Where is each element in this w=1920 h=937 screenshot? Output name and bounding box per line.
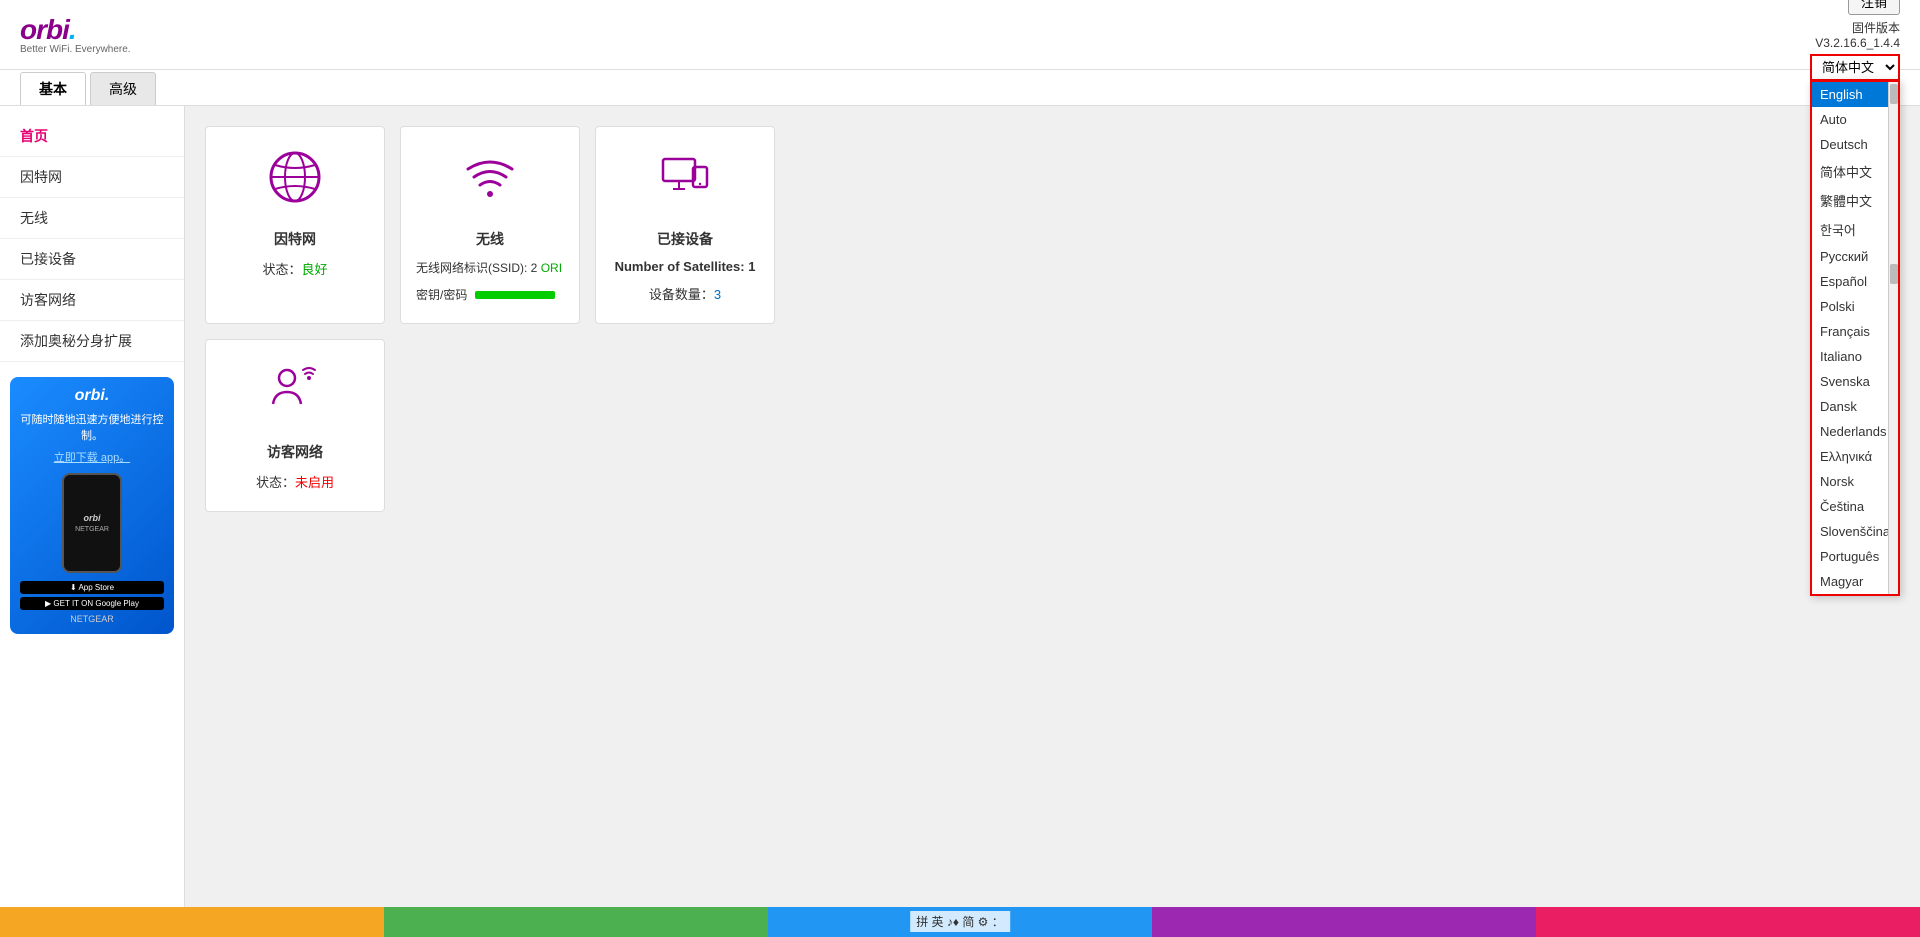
lang-option-norwegian[interactable]: Norsk (1812, 469, 1898, 494)
lang-option-swedish[interactable]: Svenska (1812, 369, 1898, 394)
devices-count: 设备数量：3 (649, 284, 721, 303)
logout-button[interactable]: 注销 (1848, 0, 1900, 15)
scrollbar-down-thumb (1890, 264, 1898, 284)
logo: orbi. (20, 14, 131, 46)
cards-grid: 因特网 状态：良好 无线 无线网络标识(SSID): 2 (205, 126, 805, 512)
lang-option-simplified-chinese[interactable]: 简体中文 (1812, 157, 1898, 186)
tab-basic[interactable]: 基本 (20, 72, 86, 105)
sidebar-item-guest[interactable]: 访客网络 (0, 280, 184, 321)
satellites-info: Number of Satellites: 1 (615, 259, 756, 274)
appstore-button[interactable]: ⬇ App Store (20, 581, 164, 594)
lang-option-deutsch[interactable]: Deutsch (1812, 132, 1898, 157)
wifi-icon (460, 147, 520, 219)
nav-tabs: 基本 高级 (0, 70, 1920, 106)
sidebar-ad: orbi. 可随时随地迅速方便地进行控制。 立即下载 app。 orbi NET… (10, 377, 174, 634)
lang-option-spanish[interactable]: Español (1812, 269, 1898, 294)
lang-option-czech[interactable]: Čeština (1812, 494, 1898, 519)
main-content: 因特网 状态：良好 无线 无线网络标识(SSID): 2 (185, 106, 1920, 907)
lang-option-hungarian[interactable]: Magyar (1812, 569, 1898, 594)
dropdown-scrollbar (1888, 82, 1898, 594)
lang-option-dutch[interactable]: Nederlands (1812, 419, 1898, 444)
lang-option-russian[interactable]: Русский (1812, 244, 1898, 269)
firmware-info: 固件版本 V3.2.16.6_1.4.4 (1815, 19, 1900, 50)
phone-mockup: orbi NETGEAR (62, 473, 122, 573)
lang-option-greek[interactable]: Ελληνικά (1812, 444, 1898, 469)
devices-count-value: 3 (714, 287, 721, 302)
sidebar-item-home[interactable]: 首页 (0, 116, 184, 157)
sidebar-item-internet[interactable]: 因特网 (0, 157, 184, 198)
internet-card-status: 状态：良好 (262, 259, 327, 278)
sidebar-ad-logo: orbi. (20, 387, 164, 405)
lang-option-auto[interactable]: Auto (1812, 107, 1898, 132)
card-connected-devices[interactable]: 已接设备 Number of Satellites: 1 设备数量：3 (595, 126, 775, 324)
sidebar-item-connected[interactable]: 已接设备 (0, 239, 184, 280)
firmware-label: 固件版本 (1852, 21, 1900, 35)
internet-card-title: 因特网 (274, 229, 316, 249)
ssid-value: ORI (541, 261, 562, 275)
main-layout: 首页 因特网 无线 已接设备 访客网络 添加奥秘分身扩展 orbi. 可随时随地… (0, 106, 1920, 907)
logo-area: orbi. Better WiFi. Everywhere. (20, 14, 131, 55)
password-bar (475, 291, 555, 299)
lang-option-english[interactable]: English (1812, 82, 1898, 107)
bottom-status-text: 拼 英 ♪♦ 简 ⚙ ： (910, 911, 1010, 932)
wireless-ssid: 无线网络标识(SSID): 2 ORI (416, 259, 564, 276)
logo-dot: . (69, 14, 76, 45)
language-select[interactable]: 简体中文 (1810, 54, 1900, 81)
firmware-version: V3.2.16.6_1.4.4 (1815, 36, 1900, 50)
sidebar-ad-text: 可随时随地迅速方便地进行控制。 (20, 411, 164, 443)
devices-card-title: 已接设备 (657, 229, 713, 249)
lang-option-traditional-chinese[interactable]: 繁體中文 (1812, 186, 1898, 215)
devices-icon (655, 147, 715, 219)
logo-tagline: Better WiFi. Everywhere. (20, 44, 131, 55)
lang-option-portuguese[interactable]: Português (1812, 544, 1898, 569)
language-dropdown-overlay: English Auto Deutsch 简体中文 繁體中文 한국어 Русск… (1810, 80, 1900, 596)
lang-option-french[interactable]: Français (1812, 319, 1898, 344)
language-dropdown-box: English Auto Deutsch 简体中文 繁體中文 한국어 Русск… (1810, 80, 1900, 596)
card-internet[interactable]: 因特网 状态：良好 (205, 126, 385, 324)
card-wireless[interactable]: 无线 无线网络标识(SSID): 2 ORI 密钥/密码 (400, 126, 580, 324)
tab-advanced[interactable]: 高级 (90, 72, 156, 105)
top-bar: orbi. Better WiFi. Everywhere. 注销 固件版本 V… (0, 0, 1920, 70)
guest-card-title: 访客网络 (267, 442, 323, 462)
scrollbar-up-thumb (1890, 84, 1898, 104)
lang-option-slovenian[interactable]: Slovenščina (1812, 519, 1898, 544)
lang-option-danish[interactable]: Dansk (1812, 394, 1898, 419)
internet-status-value: 良好 (302, 262, 328, 277)
guests-icon (265, 360, 325, 432)
lang-option-polish[interactable]: Polski (1812, 294, 1898, 319)
card-guest-network[interactable]: 访客网络 状态：未启用 (205, 339, 385, 512)
language-select-wrapper: 简体中文 (1810, 54, 1900, 81)
guest-status-value: 未启用 (295, 475, 334, 490)
sidebar-item-extend[interactable]: 添加奥秘分身扩展 (0, 321, 184, 362)
wireless-card-title: 无线 (476, 229, 504, 249)
app-store-buttons: ⬇ App Store ▶ GET IT ON Google Play (20, 581, 164, 610)
ssid-label: 无线网络标识(SSID): 2 (416, 261, 541, 275)
googleplay-button[interactable]: ▶ GET IT ON Google Play (20, 597, 164, 610)
netgear-label: NETGEAR (20, 614, 164, 624)
lang-option-korean[interactable]: 한국어 (1812, 215, 1898, 244)
sidebar: 首页 因特网 无线 已接设备 访客网络 添加奥秘分身扩展 orbi. 可随时随地… (0, 106, 185, 907)
lang-option-italian[interactable]: Italiano (1812, 344, 1898, 369)
sidebar-ad-link[interactable]: 立即下载 app。 (20, 449, 164, 465)
globe-icon (265, 147, 325, 219)
guest-card-status: 状态：未启用 (256, 472, 334, 491)
wireless-password: 密钥/密码 (416, 286, 564, 303)
top-right-area: 注销 固件版本 V3.2.16.6_1.4.4 简体中文 (1810, 0, 1900, 81)
sidebar-item-wireless[interactable]: 无线 (0, 198, 184, 239)
